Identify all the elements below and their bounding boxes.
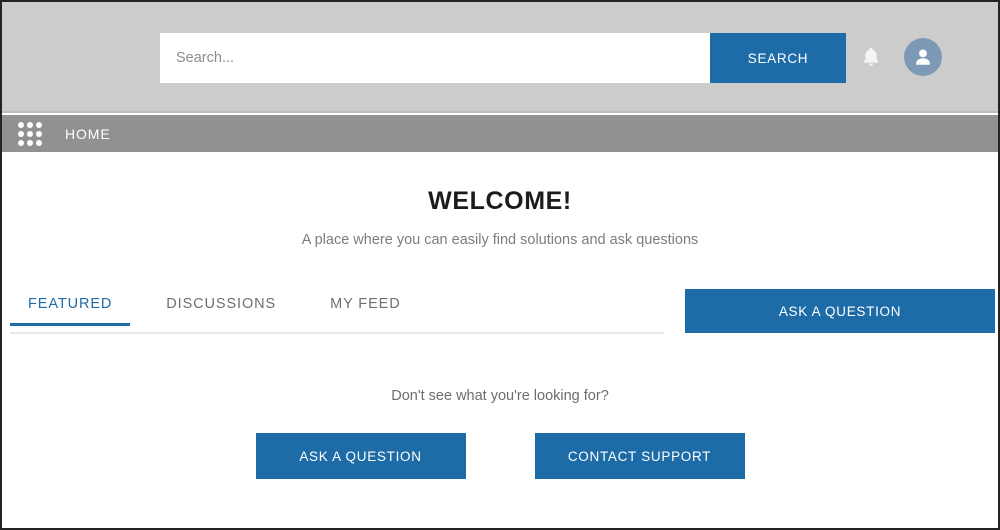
contact-support-button[interactable]: CONTACT SUPPORT — [534, 433, 745, 479]
grid-dot — [27, 121, 33, 128]
main-content: WELCOME! A place where you can easily fi… — [2, 152, 998, 528]
grid-dot — [18, 121, 24, 128]
search-button[interactable]: SEARCH — [710, 33, 846, 83]
navigation-bar: HOME — [2, 115, 998, 152]
tab-list: FEATURED DISCUSSIONS MY FEED — [9, 291, 664, 334]
search-input[interactable] — [160, 33, 710, 83]
header-actions — [858, 38, 942, 76]
tab-my-feed[interactable]: MY FEED — [330, 291, 401, 324]
app-window: SEARCH — [0, 0, 1000, 530]
top-header-bar: SEARCH — [2, 2, 998, 113]
nav-item-home[interactable]: HOME — [65, 126, 111, 142]
grid-dot — [27, 139, 33, 146]
page-subtitle: A place where you can easily find soluti… — [301, 232, 699, 248]
user-avatar-icon[interactable] — [904, 38, 942, 76]
grid-dot — [27, 130, 33, 137]
grid-dot — [18, 130, 24, 137]
grid-dot — [36, 121, 42, 128]
grid-dot — [18, 139, 24, 146]
grid-dot — [36, 130, 42, 137]
ask-a-question-button-top[interactable]: ASK A QUESTION — [685, 289, 995, 333]
bell-icon[interactable] — [858, 42, 884, 72]
empty-state-actions: ASK A QUESTION CONTACT SUPPORT — [2, 433, 998, 479]
tabs-row: FEATURED DISCUSSIONS MY FEED ASK A QUEST… — [2, 289, 998, 339]
grid-dot — [36, 139, 42, 146]
tab-featured[interactable]: FEATURED — [9, 291, 131, 326]
empty-state: Don't see what you're looking for? ASK A… — [2, 388, 998, 479]
empty-state-message: Don't see what you're looking for? — [391, 388, 609, 404]
page-title: WELCOME! — [428, 187, 572, 215]
tab-discussions[interactable]: DISCUSSIONS — [166, 291, 276, 324]
app-grid-icon[interactable] — [17, 121, 43, 147]
search-bar: SEARCH — [160, 33, 846, 83]
ask-a-question-button[interactable]: ASK A QUESTION — [255, 433, 466, 479]
